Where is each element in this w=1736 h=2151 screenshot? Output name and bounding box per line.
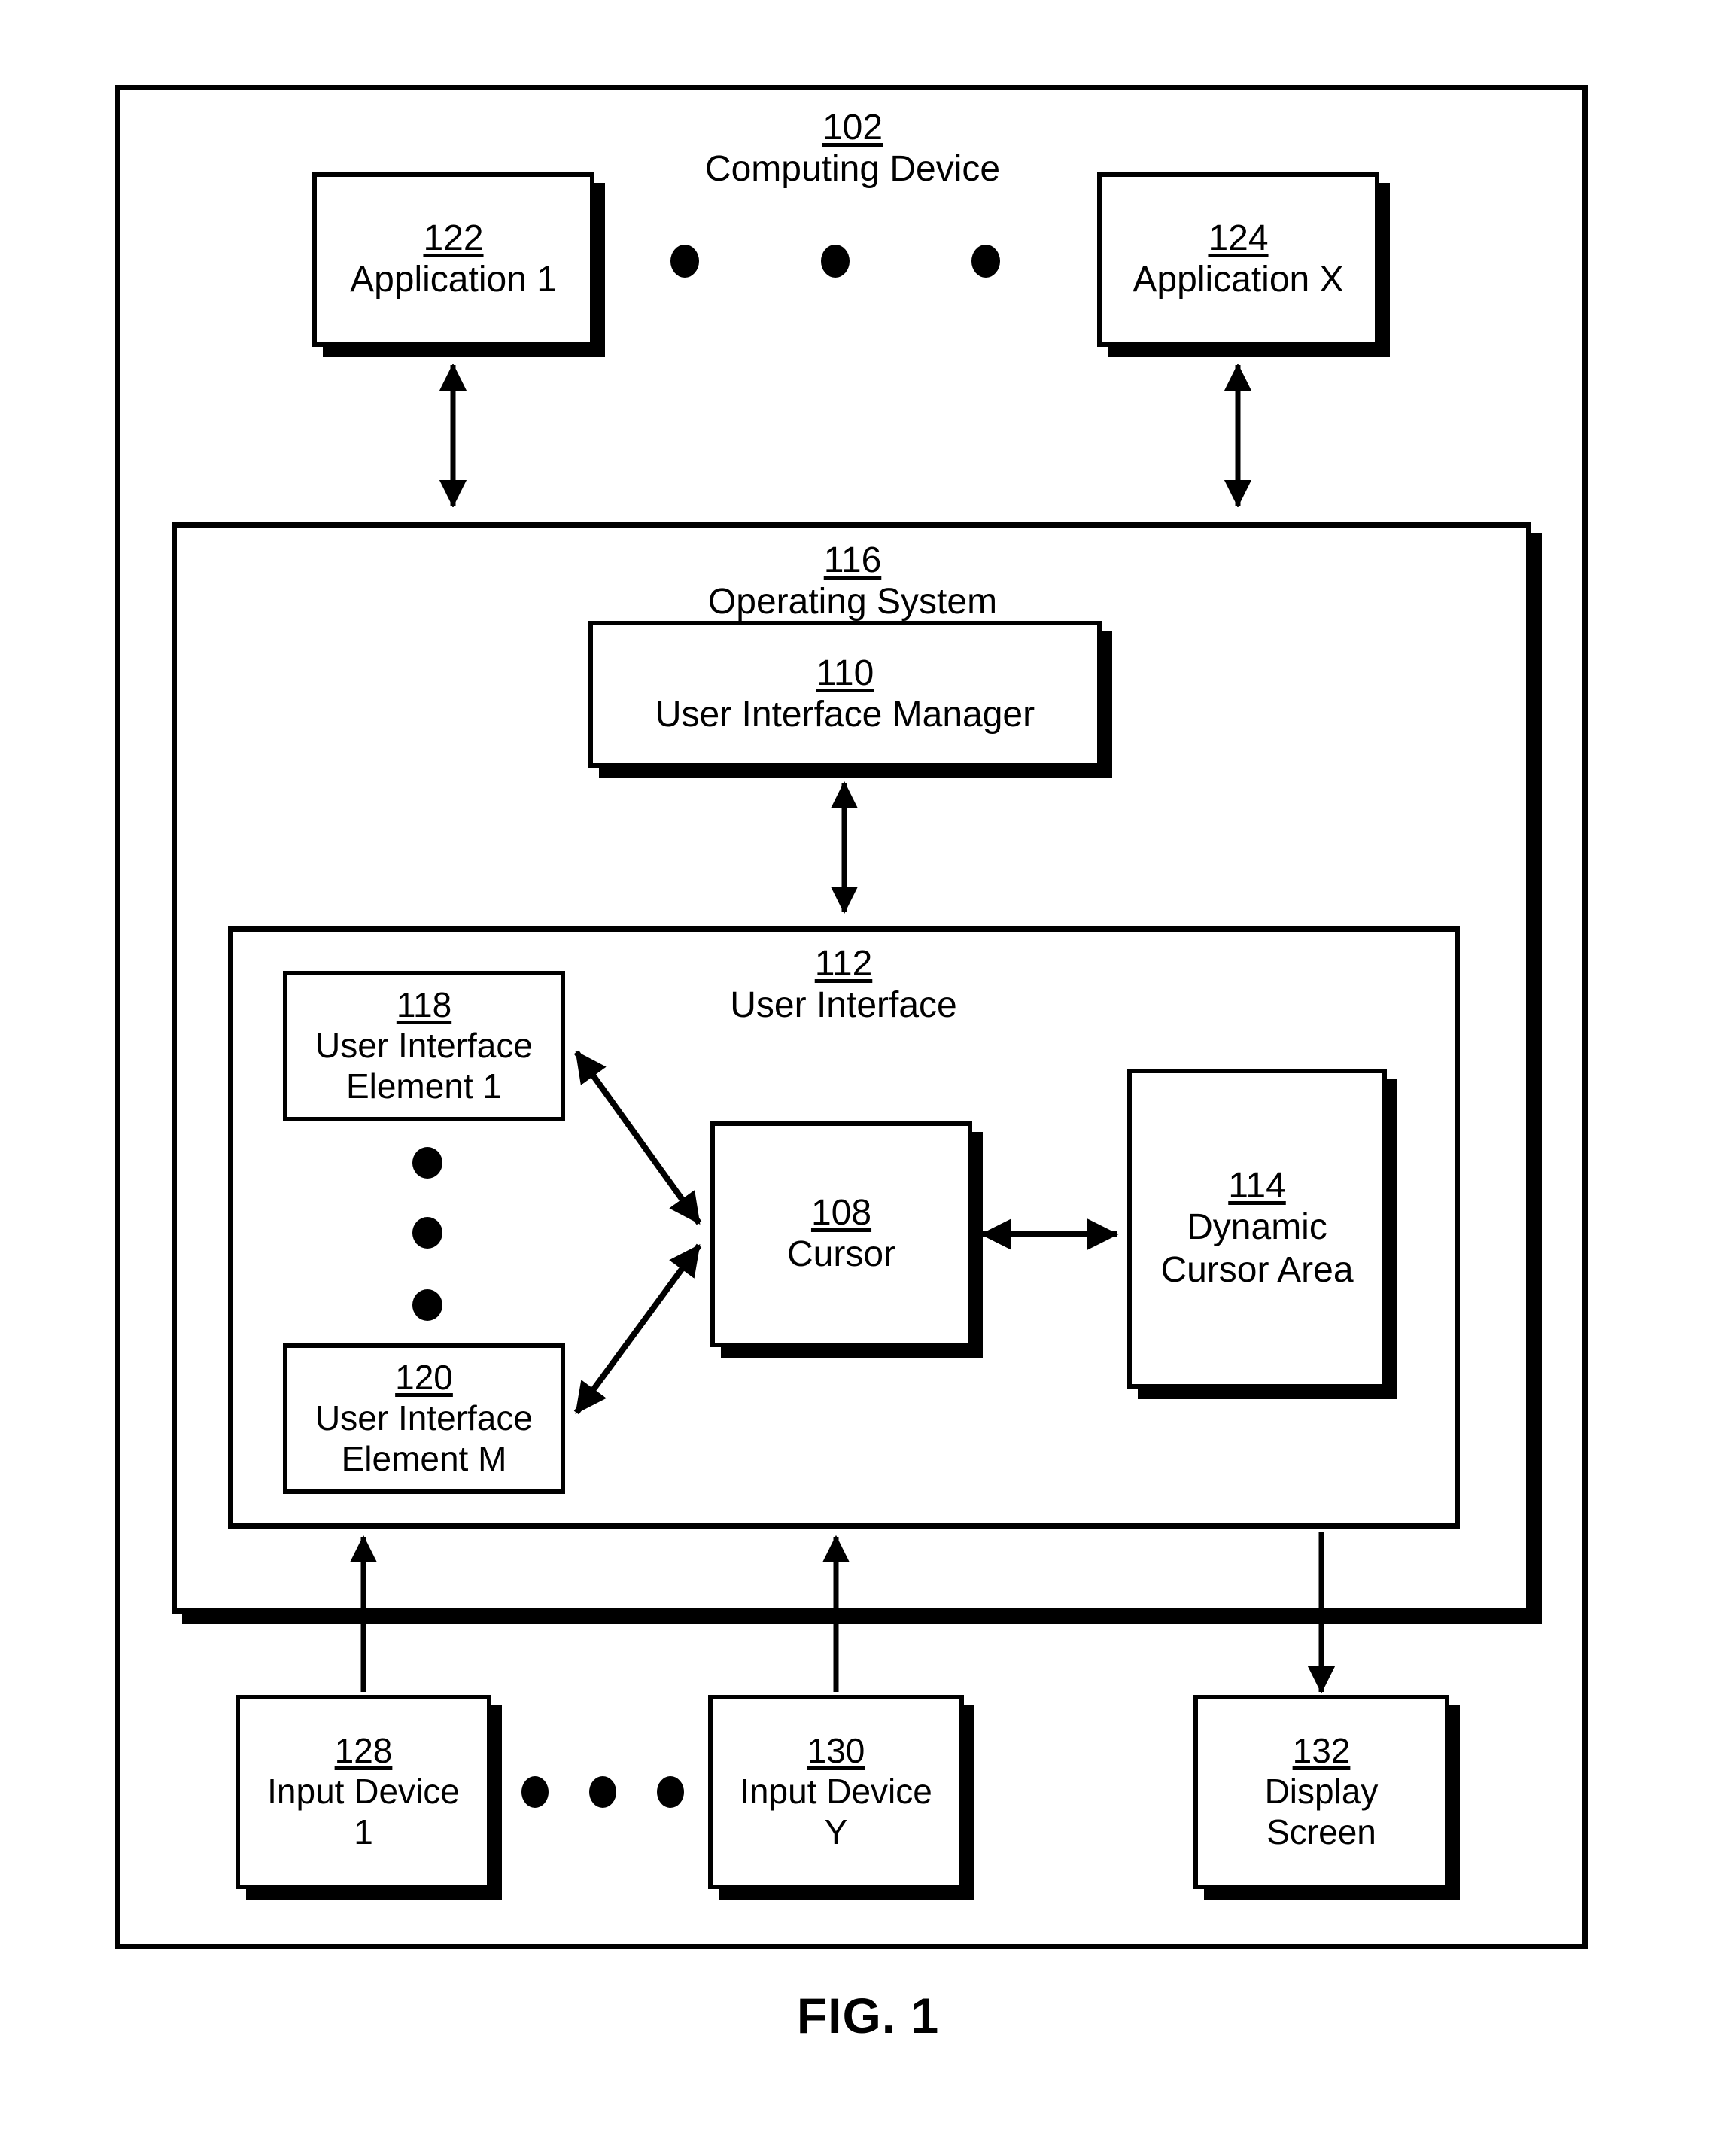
figure-caption: FIG. 1 bbox=[796, 1988, 940, 2043]
computing-device-ref: 102 bbox=[822, 108, 883, 148]
user-interface-title: User Interface bbox=[730, 985, 957, 1026]
application-ellipsis-dot bbox=[670, 245, 699, 278]
input-device-ellipsis-dot bbox=[657, 1776, 684, 1808]
user-interface-element-1-label: User Interface Element 1 bbox=[315, 1026, 533, 1106]
input-device-1-ref: 128 bbox=[334, 1731, 393, 1771]
computing-device-label: 102 Computing Device bbox=[589, 107, 1116, 191]
ui-element-ellipsis-dot bbox=[412, 1147, 442, 1179]
dynamic-cursor-area-box[interactable]: 114 Dynamic Cursor Area bbox=[1127, 1069, 1387, 1389]
application-x-box[interactable]: 124 Application X bbox=[1097, 172, 1379, 347]
display-screen-label: Display Screen bbox=[1264, 1772, 1379, 1852]
application-1-label: Application 1 bbox=[350, 260, 557, 300]
input-device-1-label: Input Device 1 bbox=[267, 1772, 460, 1852]
dynamic-cursor-area-label: Dynamic Cursor Area bbox=[1160, 1207, 1354, 1291]
user-interface-ref: 112 bbox=[814, 944, 873, 984]
input-device-y-ref: 130 bbox=[807, 1731, 865, 1771]
input-device-ellipsis-dot bbox=[521, 1776, 549, 1808]
user-interface-element-m-label: User Interface Element M bbox=[315, 1398, 533, 1479]
cursor-box[interactable]: 108 Cursor bbox=[710, 1121, 972, 1347]
operating-system-ref: 116 bbox=[823, 540, 882, 580]
operating-system-title: Operating System bbox=[707, 582, 998, 622]
input-device-y-box[interactable]: 130 Input Device Y bbox=[708, 1695, 964, 1889]
user-interface-element-1-box[interactable]: 118 User Interface Element 1 bbox=[283, 971, 565, 1121]
display-screen-box[interactable]: 132 Display Screen bbox=[1193, 1695, 1449, 1889]
user-interface-element-m-ref: 120 bbox=[395, 1358, 453, 1398]
patent-figure-page: 102 Computing Device 122 Application 1 1… bbox=[0, 0, 1736, 2151]
input-device-y-label: Input Device Y bbox=[740, 1772, 932, 1852]
ui-element-ellipsis-dot bbox=[412, 1289, 442, 1321]
operating-system-label: 116 Operating System bbox=[589, 540, 1116, 624]
application-x-label: Application X bbox=[1133, 260, 1344, 300]
user-interface-element-1-ref: 118 bbox=[396, 985, 452, 1025]
application-1-ref: 122 bbox=[423, 218, 484, 259]
user-interface-manager-box[interactable]: 110 User Interface Manager bbox=[588, 621, 1102, 768]
input-device-ellipsis-dot bbox=[589, 1776, 616, 1808]
ui-element-ellipsis-dot bbox=[412, 1217, 442, 1249]
user-interface-manager-label: User Interface Manager bbox=[655, 694, 1035, 735]
cursor-label: Cursor bbox=[786, 1234, 896, 1275]
computing-device-title: Computing Device bbox=[704, 149, 1001, 190]
user-interface-element-m-box[interactable]: 120 User Interface Element M bbox=[283, 1343, 565, 1494]
display-screen-ref: 132 bbox=[1292, 1731, 1351, 1771]
input-device-1-box[interactable]: 128 Input Device 1 bbox=[236, 1695, 491, 1889]
cursor-ref: 108 bbox=[810, 1193, 872, 1234]
dynamic-cursor-area-ref: 114 bbox=[1228, 1166, 1286, 1206]
application-x-ref: 124 bbox=[1208, 218, 1269, 259]
application-1-box[interactable]: 122 Application 1 bbox=[312, 172, 594, 347]
application-ellipsis-dot bbox=[821, 245, 850, 278]
application-ellipsis-dot bbox=[971, 245, 1000, 278]
user-interface-manager-ref: 110 bbox=[816, 653, 874, 693]
user-interface-label: 112 User Interface bbox=[580, 943, 1107, 1027]
